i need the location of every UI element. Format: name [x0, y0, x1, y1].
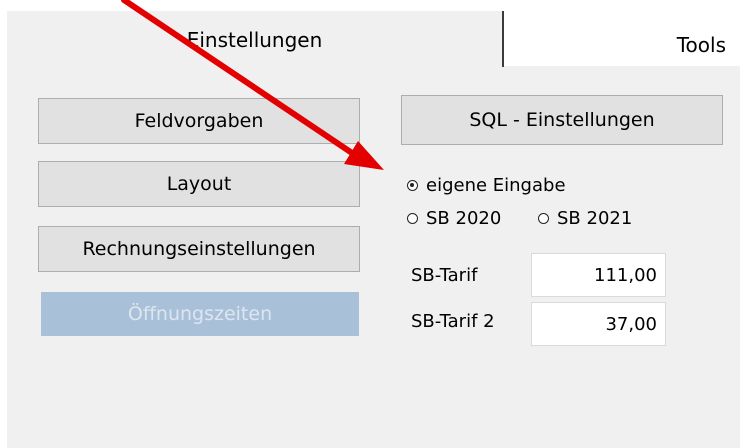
- sb-tarif-field[interactable]: 111,00: [531, 253, 666, 297]
- oeffnungszeiten-button: Öffnungszeiten: [41, 292, 359, 336]
- tab-divider: [502, 11, 504, 67]
- radio-sb-2021[interactable]: SB 2021: [538, 208, 632, 229]
- radio-unchecked-icon: [538, 213, 549, 224]
- radio-sb-2020[interactable]: SB 2020: [407, 208, 501, 229]
- tab-strip: Einstellungen Tools: [0, 0, 740, 73]
- tab-tools[interactable]: Tools: [504, 11, 740, 67]
- radio-sb-2020-label: SB 2020: [426, 208, 502, 229]
- layout-button[interactable]: Layout: [38, 161, 360, 207]
- feldvorgaben-button[interactable]: Feldvorgaben: [38, 98, 360, 144]
- radio-checked-icon: [407, 180, 418, 191]
- sb-tarif-label: SB-Tarif: [411, 265, 478, 286]
- radio-eigene-eingabe-label: eigene Eingabe: [426, 175, 566, 196]
- rechnungseinstellungen-button[interactable]: Rechnungseinstellungen: [38, 226, 360, 272]
- tab-einstellungen-label: Einstellungen: [186, 28, 323, 52]
- sb-tarif-2-field[interactable]: 37,00: [531, 302, 666, 346]
- sql-einstellungen-button[interactable]: SQL - Einstellungen: [401, 95, 723, 145]
- tab-einstellungen[interactable]: Einstellungen: [7, 11, 502, 73]
- sb-tarif-2-label: SB-Tarif 2: [411, 311, 495, 332]
- settings-panel: Feldvorgaben Layout Rechnungseinstellung…: [7, 66, 740, 448]
- radio-eigene-eingabe[interactable]: eigene Eingabe: [407, 175, 566, 196]
- radio-unchecked-icon: [407, 213, 418, 224]
- radio-sb-2021-label: SB 2021: [557, 208, 633, 229]
- tab-tools-label: Tools: [676, 33, 726, 57]
